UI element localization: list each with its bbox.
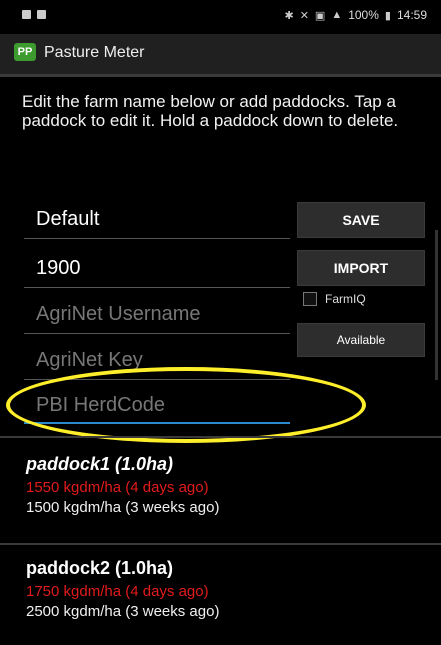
system-status: ✱ ✕ ▣ ▲ 100% ▮ 14:59 (284, 8, 427, 22)
app-title: Pasture Meter (44, 44, 145, 61)
clock: 14:59 (396, 8, 427, 22)
notification-icon (37, 10, 46, 19)
instructions-text: Edit the farm name below or add paddocks… (22, 92, 399, 130)
field-underline (24, 238, 290, 239)
focused-field-underline (24, 422, 290, 424)
import-button[interactable]: IMPORT (297, 250, 425, 286)
number-input[interactable]: 1900 (24, 250, 290, 286)
list-divider (0, 543, 441, 545)
paddock-name: paddock1 (1.0ha) (26, 454, 174, 474)
paddock-name: paddock2 (1.0ha) (26, 558, 174, 578)
app-bar: PP Pasture Meter (0, 34, 441, 74)
nfc-icon: ✕ (299, 9, 309, 22)
paddock-latest-reading: 1750 kgdm/ha (4 days ago) (26, 583, 209, 600)
paddock-latest-reading: 1550 kgdm/ha (4 days ago) (26, 479, 209, 496)
farmiq-option[interactable]: FarmIQ (303, 292, 366, 306)
app-logo: PP (14, 43, 36, 61)
available-button[interactable]: Available (297, 323, 425, 357)
farm-name-input[interactable]: Default (24, 201, 290, 237)
save-button[interactable]: SAVE (297, 202, 425, 238)
battery-icon: ▮ (384, 9, 391, 22)
signal-icon: ▲ (331, 9, 343, 21)
farmiq-checkbox[interactable] (303, 292, 317, 306)
notification-icons (22, 10, 46, 19)
farmiq-label: FarmIQ (325, 292, 366, 306)
field-underline (24, 379, 290, 380)
agrinet-key-input[interactable]: AgriNet Key (24, 342, 290, 378)
field-underline (24, 333, 290, 334)
battery-percent: 100% (348, 8, 379, 22)
divider (0, 74, 441, 77)
bluetooth-icon: ✱ (284, 9, 294, 22)
vibrate-icon: ▣ (314, 9, 326, 22)
field-underline (24, 287, 290, 288)
paddock-previous-reading: 2500 kgdm/ha (3 weeks ago) (26, 603, 220, 620)
paddock-list-item[interactable]: paddock2 (1.0ha) 1750 kgdm/ha (4 days ag… (26, 558, 426, 620)
scrollbar[interactable] (435, 230, 438, 380)
paddock-previous-reading: 1500 kgdm/ha (3 weeks ago) (26, 499, 220, 516)
paddock-list-item[interactable]: paddock1 (1.0ha) 1550 kgdm/ha (4 days ag… (26, 454, 426, 516)
agrinet-username-input[interactable]: AgriNet Username (24, 296, 290, 332)
list-divider (0, 436, 441, 438)
pbi-herdcode-input[interactable]: PBI HerdCode (24, 387, 290, 423)
notification-icon (22, 10, 31, 19)
status-bar: ✱ ✕ ▣ ▲ 100% ▮ 14:59 (0, 0, 441, 34)
